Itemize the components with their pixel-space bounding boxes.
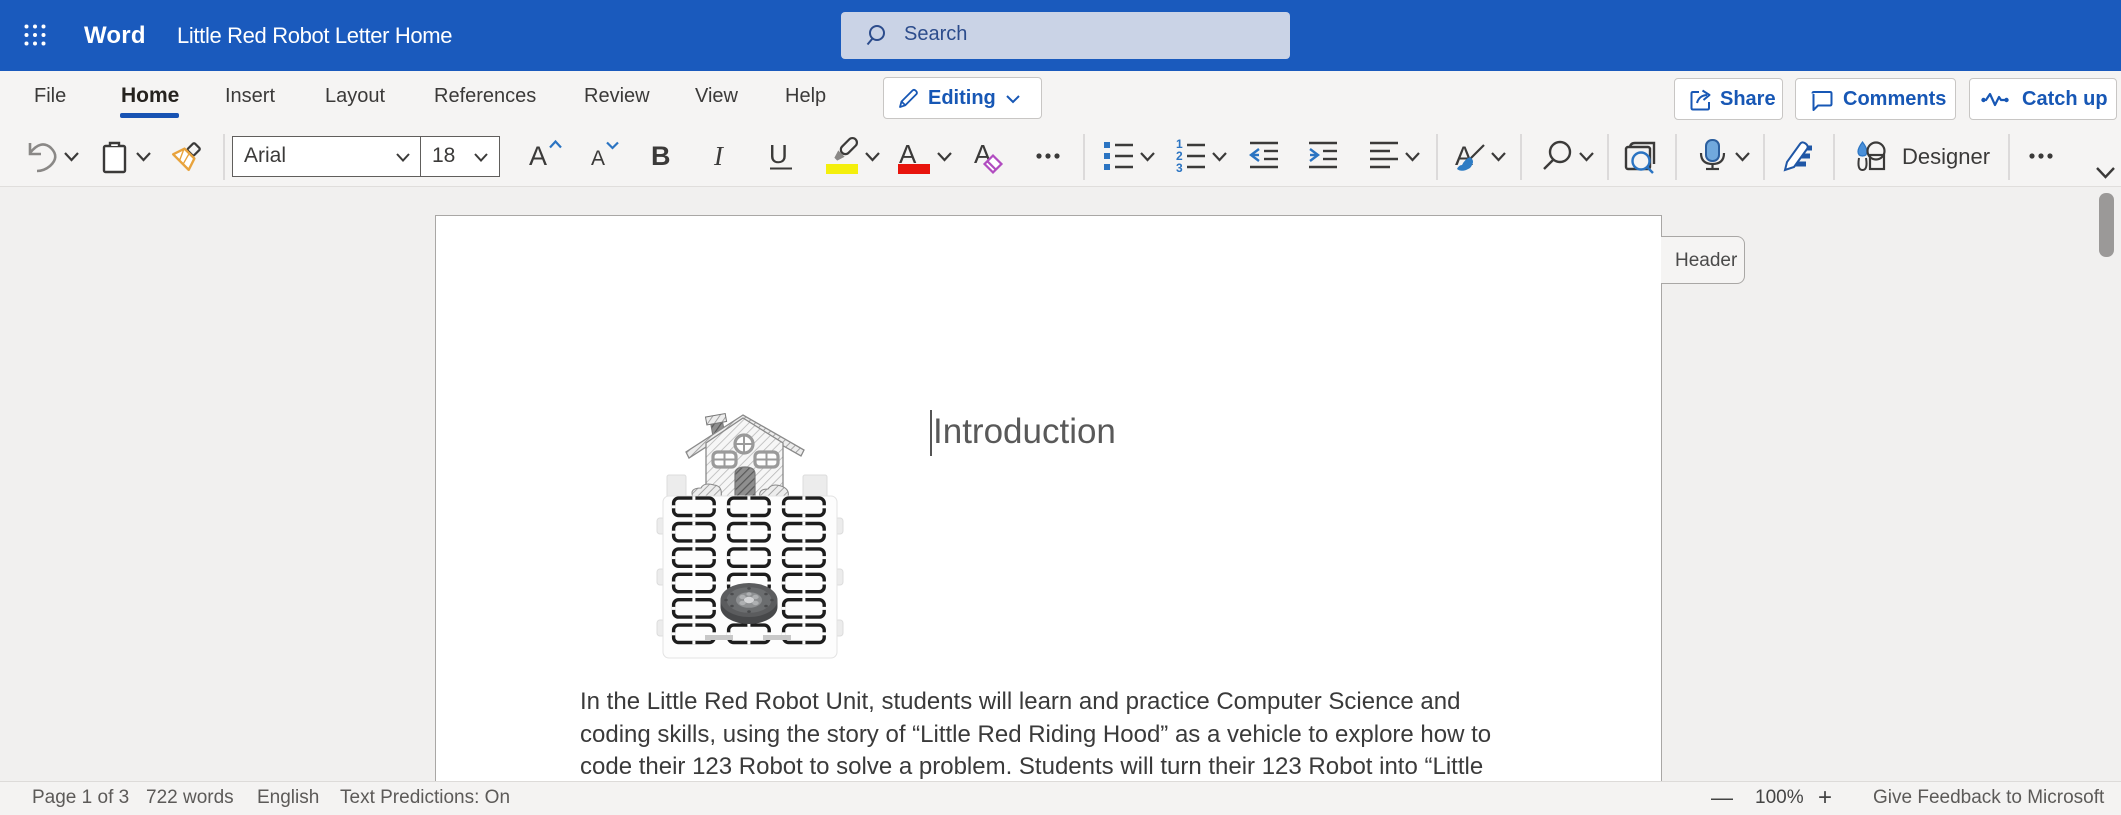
svg-text:B: B [651,141,671,171]
svg-text:Designer: Designer [1902,144,1990,169]
svg-text:U: U [769,139,788,169]
svg-text:A: A [529,141,547,171]
svg-text:A: A [591,147,605,170]
svg-text:I: I [713,141,725,171]
svg-text:3: 3 [1176,161,1183,175]
